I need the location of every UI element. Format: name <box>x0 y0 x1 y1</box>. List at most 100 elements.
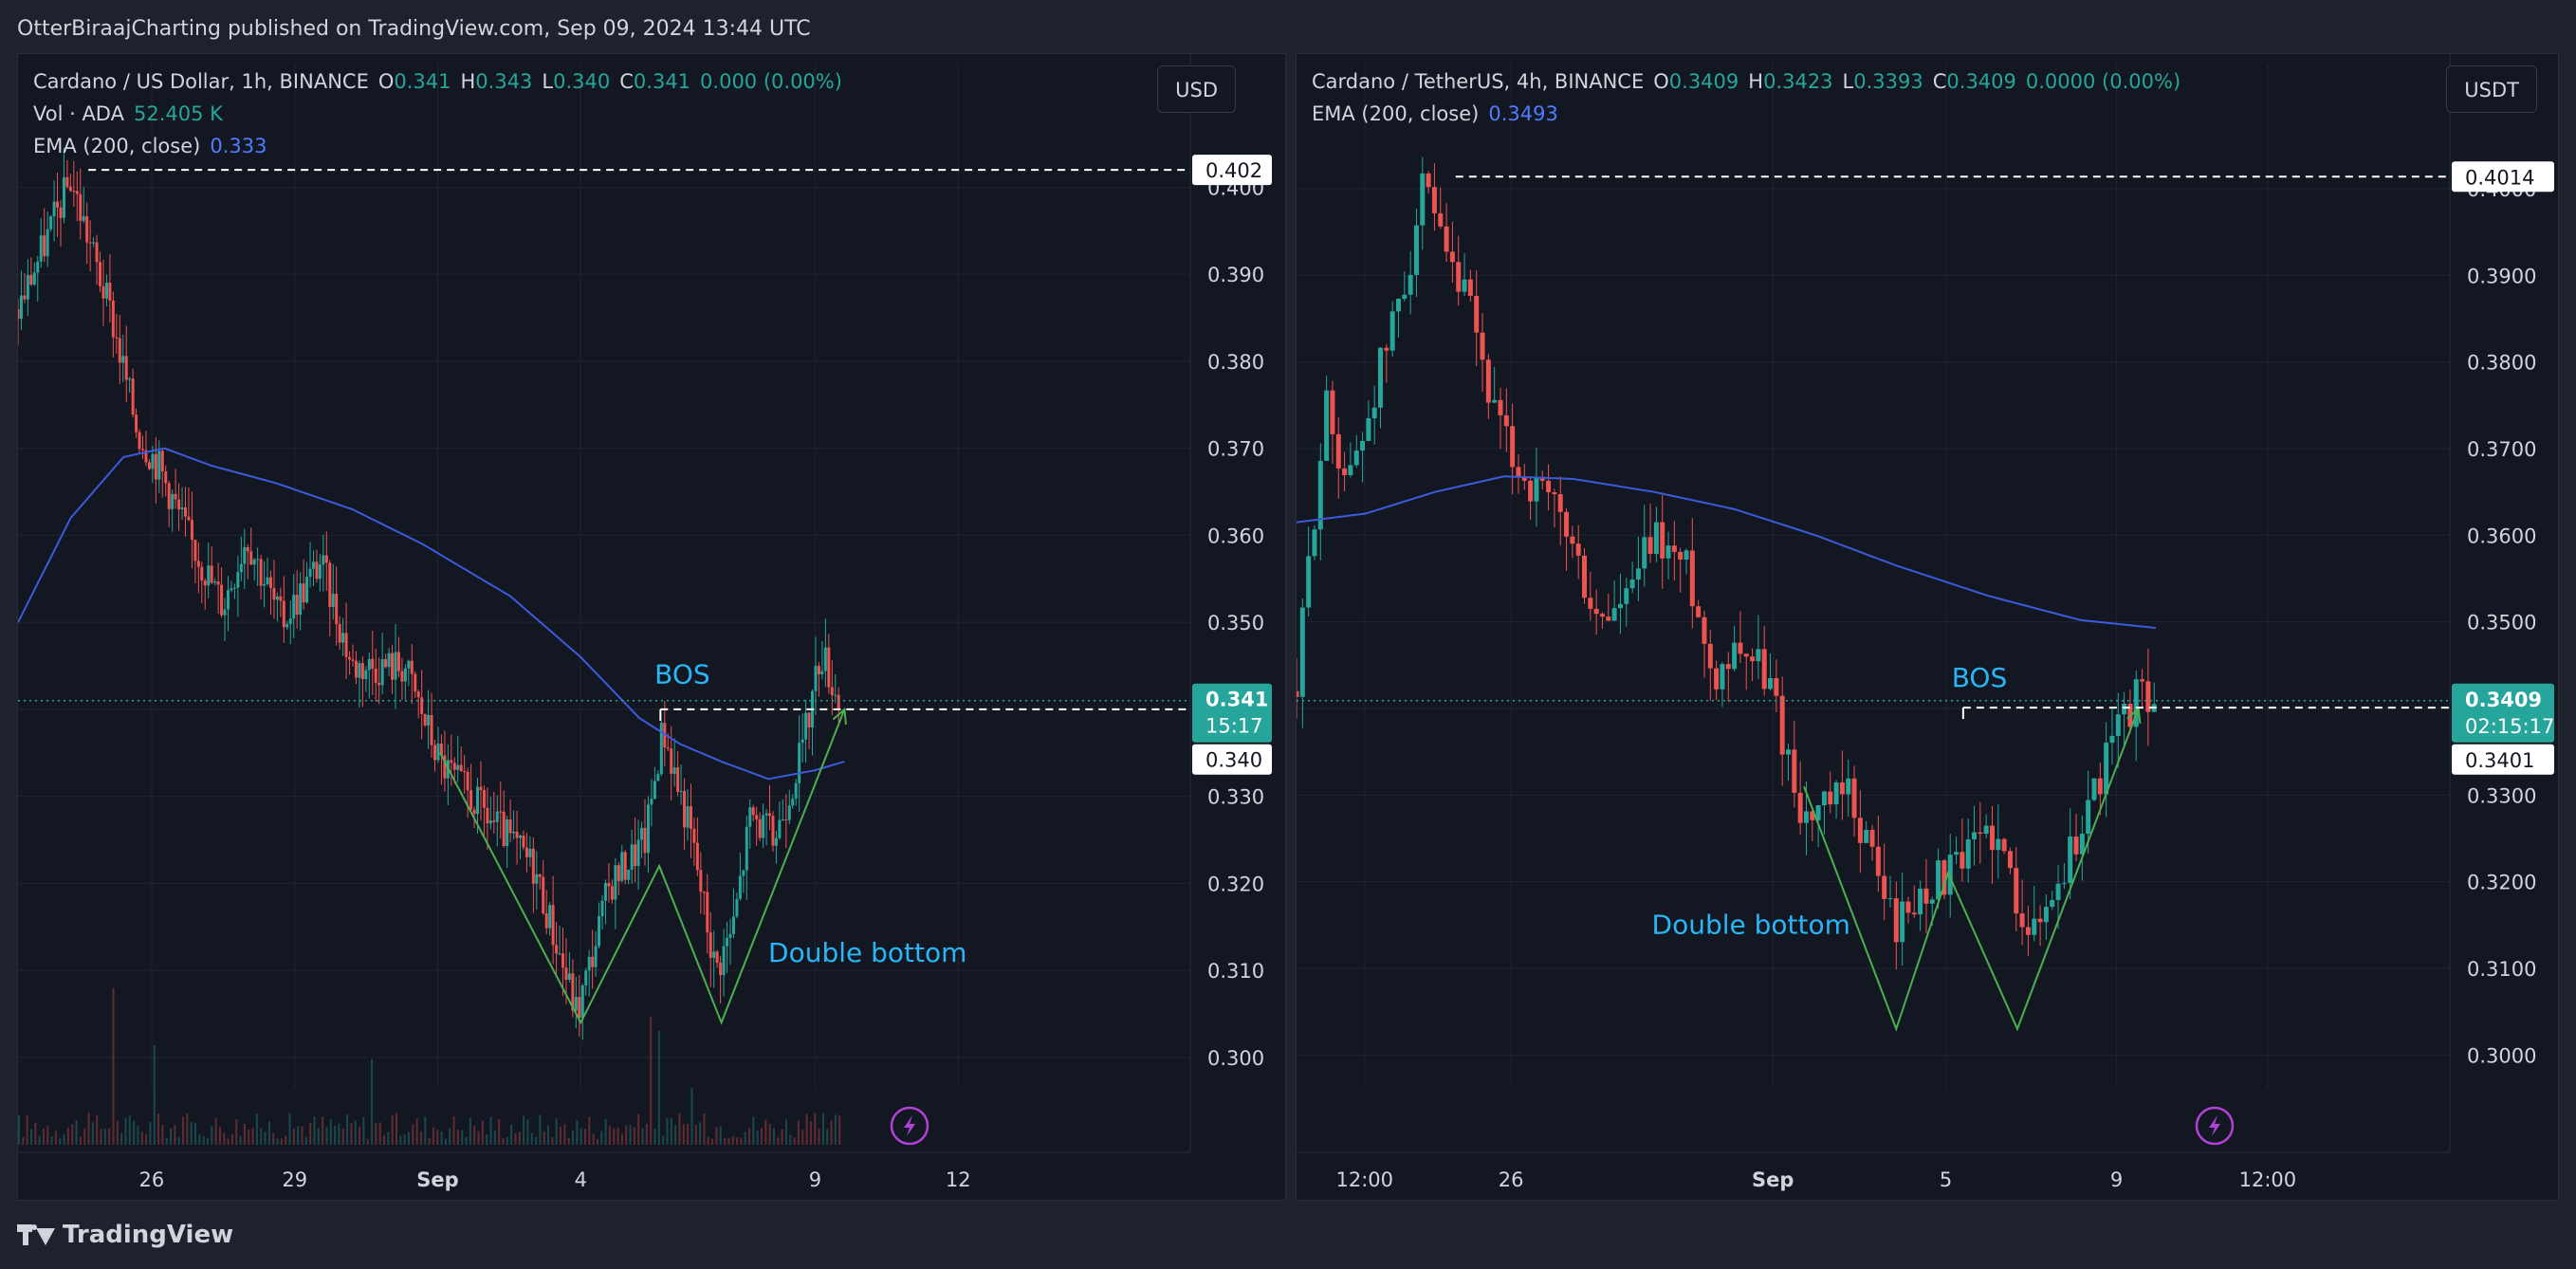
volume-bar <box>707 1136 709 1145</box>
ohlc-change: 0.0000 (0.00%) <box>2025 70 2181 93</box>
candle-body <box>634 844 637 867</box>
candle-body <box>371 658 375 670</box>
symbol-title[interactable]: Cardano / TetherUS, 4h, BINANCE <box>1312 65 1644 98</box>
double-bottom-label: Double bottom <box>768 937 966 968</box>
tradingview-branding[interactable]: TradingView <box>17 1214 233 1256</box>
candle-body <box>328 562 332 607</box>
candle-body <box>196 561 200 567</box>
candle-body <box>820 671 824 675</box>
candle-body <box>1846 778 1851 795</box>
candle-body <box>72 191 76 193</box>
volume-bar <box>170 1128 173 1145</box>
volume-bar <box>59 1138 62 1145</box>
candle-body <box>814 666 818 691</box>
candle-body <box>380 658 384 686</box>
candle-body <box>115 337 119 339</box>
double-bottom-label: Double bottom <box>1652 909 1850 940</box>
volume-bar <box>272 1132 275 1145</box>
volume-bar <box>297 1126 300 1145</box>
candle-body <box>275 596 279 600</box>
candle-body <box>1299 607 1305 697</box>
ema-label[interactable]: EMA (200, close) <box>33 130 200 162</box>
currency-button[interactable]: USDT <box>2446 65 2537 113</box>
candle-body <box>1467 279 1473 296</box>
candle-body <box>416 691 420 698</box>
volume-bar <box>580 1128 582 1145</box>
volume-bar <box>838 1115 841 1145</box>
bos-label: BOS <box>1952 662 2008 693</box>
candle-body <box>305 577 309 603</box>
candle-body <box>728 933 732 938</box>
candle-body <box>88 242 92 244</box>
candle-body <box>203 580 207 586</box>
candle-body <box>1851 778 1857 818</box>
candle-body <box>1564 511 1570 537</box>
volume-bar <box>620 1133 623 1145</box>
volume-bar <box>469 1117 471 1145</box>
candle-body <box>101 285 105 299</box>
volume-bar <box>267 1121 270 1145</box>
volume-bar <box>493 1130 496 1145</box>
candle-body <box>299 583 303 616</box>
candle-body <box>551 905 555 946</box>
volume-bar <box>22 1137 25 1145</box>
candle-body <box>1480 332 1485 360</box>
volume-bar <box>395 1113 397 1145</box>
candle-body <box>1972 832 1978 839</box>
candle-body <box>535 874 539 884</box>
candle-body <box>479 786 483 791</box>
candle-body <box>1821 791 1827 806</box>
volume-bar <box>563 1124 566 1145</box>
volume-bar <box>227 1138 230 1145</box>
candle-body <box>420 697 424 714</box>
candle-body <box>302 583 305 603</box>
y-tick-label: 0.3100 <box>2467 958 2536 981</box>
candle-body <box>2091 778 2097 800</box>
candle-body <box>75 191 79 194</box>
candle-body <box>367 658 371 671</box>
y-tick-label: 0.350 <box>1207 612 1264 634</box>
y-tick-label: 0.300 <box>1207 1047 1264 1070</box>
volume-bar <box>354 1120 357 1145</box>
chart-canvas-right[interactable]: BOS Double bottom 0.3000 0.3100 0.3200 0.3300… <box>1297 54 2559 1201</box>
chart-canvas-left[interactable]: BOS Double bottom 0.300 0.310 0.320 0.330 0.34… <box>18 54 1286 1201</box>
candle-body <box>52 201 56 217</box>
volume-bar <box>498 1118 501 1145</box>
volume-label[interactable]: Vol · ADA <box>33 98 124 130</box>
symbol-title[interactable]: Cardano / US Dollar, 1h, BINANCE <box>33 65 369 98</box>
volume-bar <box>724 1137 727 1145</box>
candle-body <box>249 551 253 565</box>
candle-body <box>620 852 624 881</box>
candle-body <box>1684 550 1689 561</box>
volume-bar <box>288 1113 291 1145</box>
volume-bar <box>727 1138 730 1145</box>
candle-body <box>1786 749 1792 755</box>
currency-button[interactable]: USD <box>1157 65 1236 113</box>
candle-body <box>1575 543 1581 556</box>
ema-label[interactable]: EMA (200, close) <box>1312 98 1479 130</box>
candle-body <box>584 970 588 985</box>
candle-body <box>338 624 341 643</box>
candle-body <box>1426 173 1431 188</box>
volume-bar <box>703 1113 706 1145</box>
candle-body <box>1929 899 1935 904</box>
candle-body <box>646 804 650 854</box>
candle-body <box>616 865 620 881</box>
volume-bar <box>96 1114 99 1145</box>
chart-panel-left[interactable]: BOS Double bottom 0.300 0.310 0.320 0.330 0.34… <box>17 53 1286 1201</box>
volume-bar <box>768 1124 771 1145</box>
high-price-tag-text: 0.402 <box>1205 159 1262 182</box>
candle-body <box>791 799 795 806</box>
candle-body <box>1983 825 1989 835</box>
volume-bar <box>206 1138 209 1145</box>
candle-body <box>695 842 699 871</box>
chart-panel-right[interactable]: BOS Double bottom 0.3000 0.3100 0.3200 0.3300… <box>1296 53 2559 1201</box>
volume-bar <box>255 1113 258 1145</box>
volume-bar <box>650 1017 653 1145</box>
volume-bar <box>694 1124 697 1145</box>
volume-bar <box>777 1137 780 1145</box>
volume-bar <box>100 1129 102 1145</box>
candle-body <box>830 687 834 696</box>
candle-body <box>1665 545 1671 559</box>
bos-price-tag-text: 0.340 <box>1205 749 1262 772</box>
